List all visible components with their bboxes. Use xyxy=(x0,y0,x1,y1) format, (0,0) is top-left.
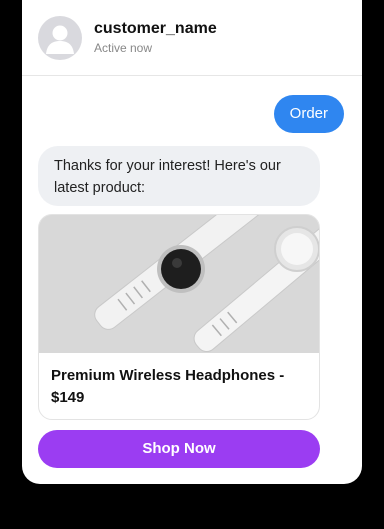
chat-header: customer_name Active now xyxy=(22,0,362,76)
smartwatch-image-icon xyxy=(39,215,319,353)
product-title[interactable]: Premium Wireless Headphones - $149 xyxy=(51,365,291,409)
product-card[interactable]: Premium Wireless Headphones - $149 xyxy=(38,214,320,420)
outgoing-message-bubble: Order xyxy=(273,95,344,133)
shop-now-button[interactable]: Shop Now xyxy=(38,430,320,468)
product-image[interactable] xyxy=(39,215,319,353)
contact-status: Active now xyxy=(94,41,153,55)
incoming-message-bubble: Thanks for your interest! Here's our lat… xyxy=(38,146,320,206)
user-avatar-icon xyxy=(46,25,74,54)
chat-window: customer_name Active now Order Thanks fo… xyxy=(22,0,362,484)
contact-name: customer_name xyxy=(94,20,217,37)
avatar[interactable] xyxy=(38,16,82,60)
